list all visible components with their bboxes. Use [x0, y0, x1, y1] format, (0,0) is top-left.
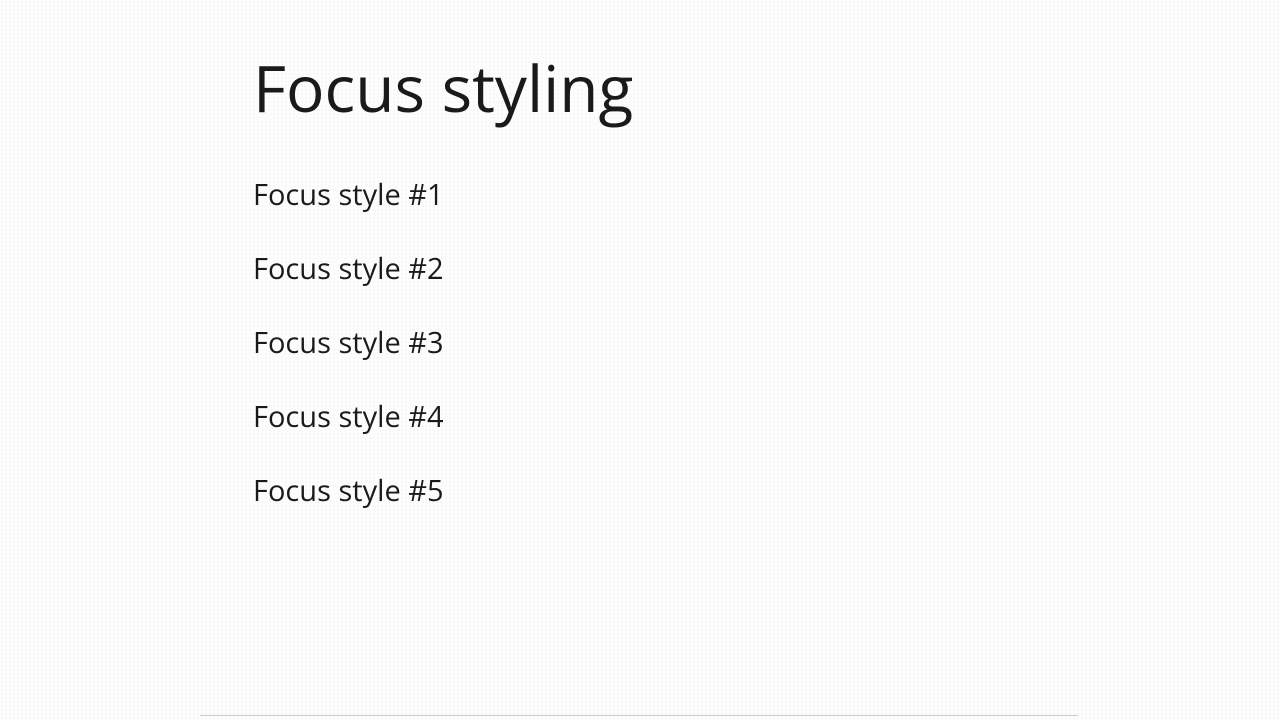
focus-style-link-4[interactable]: Focus style #4	[253, 397, 444, 436]
focus-style-list: Focus style #1 Focus style #2 Focus styl…	[253, 175, 1280, 510]
page-title: Focus styling	[253, 50, 1280, 127]
main-content: Focus styling Focus style #1 Focus style…	[0, 0, 1280, 510]
footer-divider	[200, 715, 1078, 716]
focus-style-link-1[interactable]: Focus style #1	[253, 175, 444, 214]
focus-style-link-3[interactable]: Focus style #3	[253, 323, 444, 362]
focus-style-link-5[interactable]: Focus style #5	[253, 471, 444, 510]
focus-style-link-2[interactable]: Focus style #2	[253, 249, 444, 288]
